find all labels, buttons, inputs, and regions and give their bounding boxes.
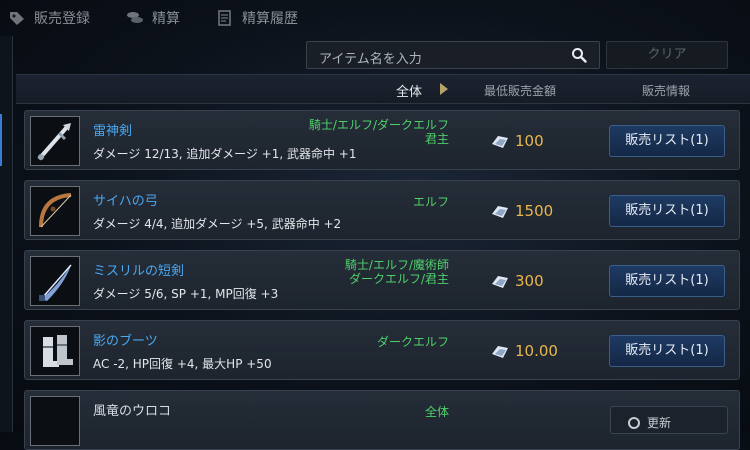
- list-item[interactable]: 影のブーツ AC -2, HP回復 +4, 最大HP +50 ダークエルフ 10…: [24, 320, 740, 380]
- item-price: 100: [515, 132, 544, 150]
- list-item[interactable]: 雷神剣 ダメージ 12/13, 追加ダメージ +1, 武器命中 +1 騎士/エル…: [24, 110, 740, 170]
- tab-label: 販売登録: [34, 11, 90, 27]
- item-stats: ダメージ 4/4, 追加ダメージ +5, 武器命中 +2: [93, 217, 342, 231]
- item-name: サイハの弓: [93, 194, 158, 209]
- list-header: 全体 最低販売金額 販売情報: [16, 74, 750, 104]
- sale-list-button[interactable]: 販売リスト(1): [609, 265, 725, 297]
- sword-icon: [30, 116, 80, 166]
- refresh-icon: [627, 415, 641, 429]
- diamond-icon: [489, 132, 511, 152]
- column-min-price: 最低販売金額: [484, 84, 557, 98]
- bow-icon: [30, 186, 80, 236]
- item-stats: AC -2, HP回復 +4, 最大HP +50: [93, 357, 272, 371]
- item-class: 騎士/エルフ/ダークエルフ 君主: [308, 118, 449, 146]
- side-strip: [0, 36, 13, 432]
- refresh-label: 更新: [647, 416, 672, 430]
- tab-settlement[interactable]: 精算: [126, 8, 180, 28]
- sale-list-button[interactable]: 販売リスト(1): [609, 335, 725, 367]
- tab-settlement-history[interactable]: 精算履歴: [216, 8, 298, 28]
- sale-list-button[interactable]: 販売リスト(1): [609, 125, 725, 157]
- filter-arrow-icon[interactable]: [440, 83, 448, 95]
- list-item[interactable]: ミスリルの短剣 ダメージ 5/6, SP +1, MP回復 +3 騎士/エルフ/…: [24, 250, 740, 310]
- column-sale-info: 販売情報: [642, 84, 691, 98]
- item-stats: ダメージ 5/6, SP +1, MP回復 +3: [93, 287, 279, 301]
- tab-label: 精算履歴: [242, 11, 298, 27]
- list-item[interactable]: サイハの弓 ダメージ 4/4, 追加ダメージ +5, 武器命中 +2 エルフ 1…: [24, 180, 740, 240]
- filter-all-label[interactable]: 全体: [396, 81, 422, 100]
- diamond-icon: [489, 272, 511, 292]
- item-class: ダークエルフ: [376, 335, 449, 349]
- item-class: 騎士/エルフ/魔術師 ダークエルフ/君主: [344, 258, 449, 286]
- item-class: 全体: [424, 405, 449, 419]
- coins-icon: [126, 10, 144, 26]
- clear-button[interactable]: クリア: [606, 41, 728, 69]
- sale-list-button[interactable]: 販売リスト(1): [609, 195, 725, 227]
- item-name: ミスリルの短剣: [93, 264, 185, 279]
- tab-label: 精算: [152, 11, 180, 27]
- tab-sell-register[interactable]: 販売登録: [8, 8, 90, 28]
- history-icon: [216, 10, 234, 26]
- scale-icon: [30, 396, 80, 446]
- boots-icon: [30, 326, 80, 376]
- item-class: エルフ: [412, 195, 449, 209]
- search-icon[interactable]: [571, 47, 587, 63]
- search-placeholder: アイテム名を入力: [319, 52, 422, 67]
- dagger-icon: [30, 256, 80, 306]
- item-stats: ダメージ 12/13, 追加ダメージ +1, 武器命中 +1: [93, 147, 357, 161]
- item-name: 風竜のウロコ: [93, 404, 172, 419]
- item-price: 1500: [515, 202, 554, 220]
- tag-icon: [8, 10, 26, 26]
- item-price: 10.00: [515, 342, 558, 360]
- item-name: 影のブーツ: [93, 334, 158, 349]
- tab-bar: 販売登録 精算 精算履歴: [0, 0, 750, 36]
- item-name: 雷神剣: [93, 124, 133, 139]
- refresh-button[interactable]: 更新: [610, 406, 728, 434]
- diamond-icon: [489, 202, 511, 222]
- item-price: 300: [515, 272, 544, 290]
- diamond-icon: [489, 342, 511, 362]
- search-input[interactable]: アイテム名を入力: [306, 41, 600, 69]
